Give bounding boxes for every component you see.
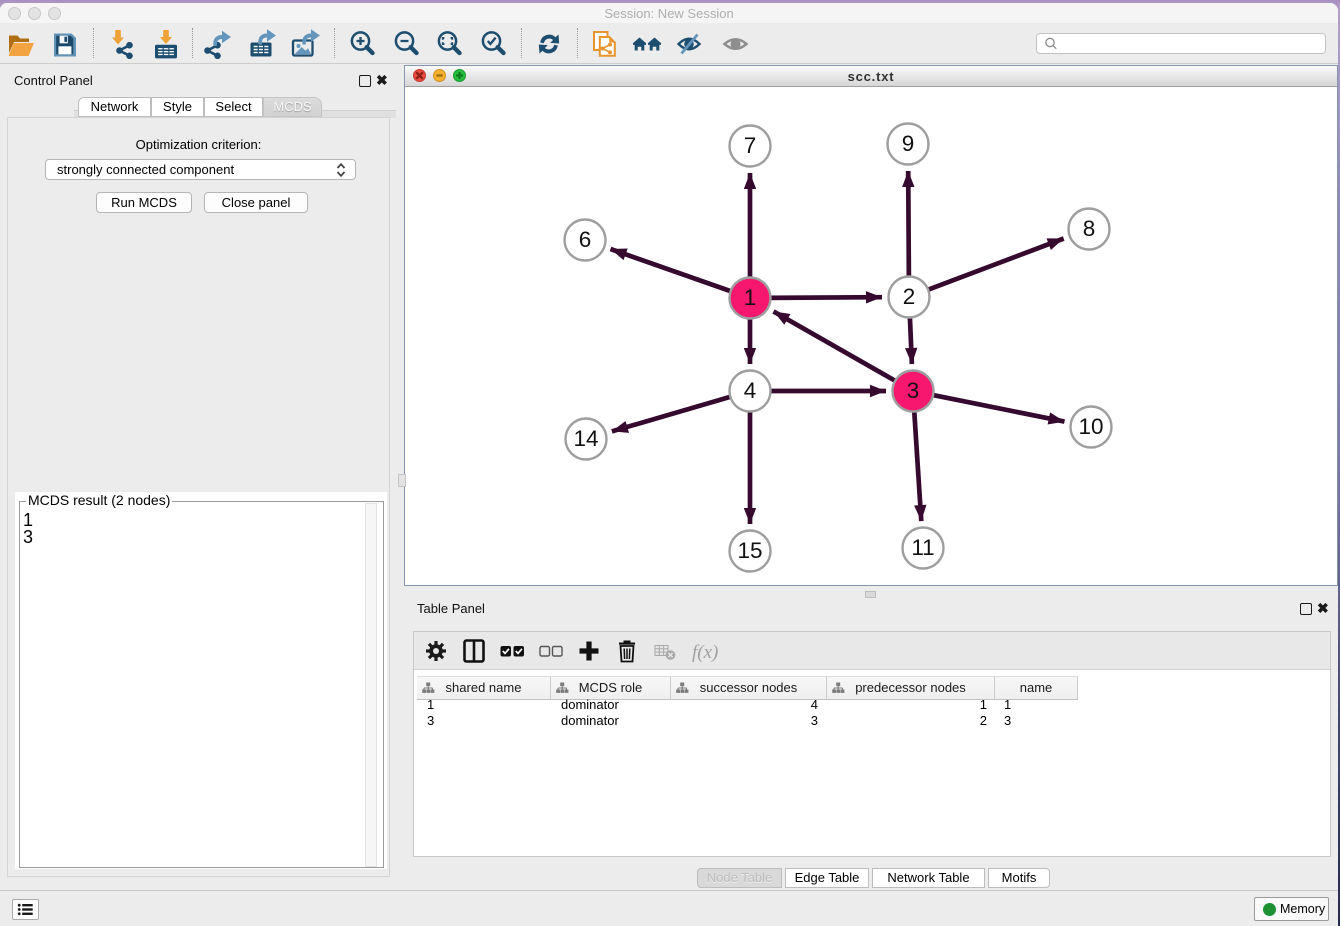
svg-text:10: 10: [1078, 414, 1103, 439]
svg-text:11: 11: [911, 535, 934, 560]
svg-text:2: 2: [903, 284, 916, 309]
svg-text:14: 14: [573, 426, 598, 451]
svg-text:f(x): f(x): [692, 642, 718, 663]
svg-text:4: 4: [744, 378, 757, 403]
svg-text:15: 15: [737, 538, 762, 563]
svg-text:7: 7: [744, 133, 757, 158]
svg-text:1: 1: [744, 285, 757, 310]
svg-text:9: 9: [902, 131, 915, 156]
svg-text:8: 8: [1083, 216, 1096, 241]
svg-text:3: 3: [907, 378, 920, 403]
svg-text:6: 6: [579, 227, 592, 252]
